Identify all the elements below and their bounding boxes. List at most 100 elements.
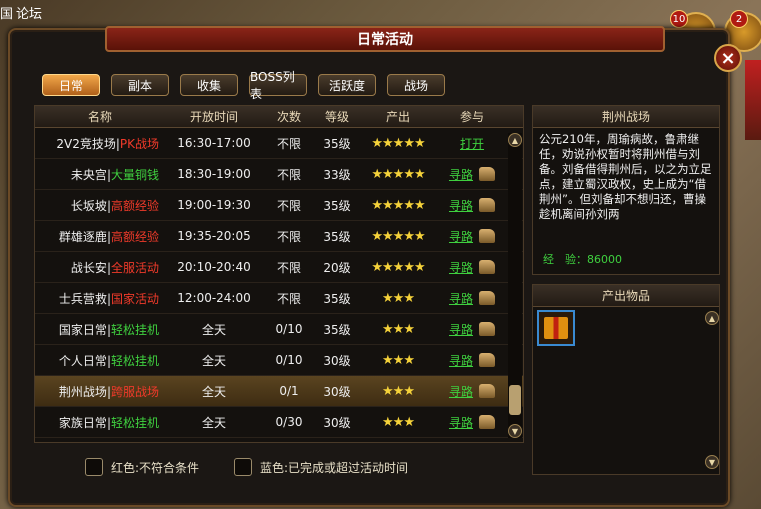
top-bar: 国 论坛	[0, 0, 761, 22]
product-scroll-down-button[interactable]: ▼	[705, 455, 719, 469]
forum-link[interactable]: 论坛	[16, 3, 42, 22]
activity-level: 35级	[323, 322, 351, 337]
activity-join: 寻路	[437, 321, 507, 338]
boot-icon[interactable]	[479, 229, 495, 243]
boot-icon[interactable]	[479, 198, 495, 212]
activity-times: 0/1	[279, 384, 299, 398]
table-row[interactable]: 未央宫|大量铜钱 18:30-19:00 不限 33级 ★★★★★ 寻路	[35, 159, 523, 190]
table-row[interactable]: 群雄逐鹿|高额经验 19:35-20:05 不限 35级 ★★★★★ 寻路	[35, 221, 523, 252]
activity-time: 16:30-17:00	[177, 136, 251, 150]
pathfind-link[interactable]: 寻路	[449, 321, 473, 338]
activity-join: 寻路	[437, 290, 507, 307]
activity-join: 寻路	[437, 414, 507, 431]
activity-join: 寻路	[437, 228, 507, 245]
activity-time: 20:10-20:40	[177, 260, 251, 274]
table-row[interactable]: 家族日常|轻松挂机 全天 0/30 30级 ★★★ 寻路	[35, 407, 523, 438]
notification-badge: 10	[670, 10, 688, 28]
legend-red-checkbox[interactable]	[85, 458, 103, 476]
notification-badge: 2	[730, 10, 748, 28]
col-level: 等级	[324, 110, 349, 124]
close-button[interactable]: ×	[714, 44, 742, 72]
activity-level: 35级	[323, 136, 351, 151]
col-time: 开放时间	[189, 110, 238, 124]
activity-table: 名称 开放时间 次数 等级 产出 参与 2V2竞技场|PK战场 16:30-17:…	[34, 105, 524, 443]
activity-time: 19:00-19:30	[177, 198, 251, 212]
activity-join: 寻路	[437, 383, 507, 400]
table-row[interactable]: 战长安|全服活动 20:10-20:40 不限 20级 ★★★★★ 寻路	[35, 252, 523, 283]
pathfind-link[interactable]: 寻路	[449, 228, 473, 245]
boot-icon[interactable]	[479, 384, 495, 398]
tab-daily[interactable]: 日常	[42, 74, 100, 96]
activity-stars: ★★★★★	[371, 259, 425, 275]
scroll-up-button[interactable]: ▲	[508, 133, 522, 147]
legend-blue-label: 蓝色:已完成或超过活动时间	[260, 460, 409, 475]
col-times: 次数	[276, 110, 301, 124]
activity-time: 19:35-20:05	[177, 229, 251, 243]
open-link[interactable]: 打开	[460, 135, 484, 152]
activity-level: 33级	[323, 167, 351, 182]
activity-times: 不限	[276, 229, 301, 244]
activity-time: 12:00-24:00	[177, 291, 251, 305]
activity-stars: ★★★★★	[371, 197, 425, 213]
boot-icon[interactable]	[479, 291, 495, 305]
activity-join: 寻路	[437, 166, 507, 183]
activity-level: 35级	[323, 229, 351, 244]
table-body: 2V2竞技场|PK战场 16:30-17:00 不限 35级 ★★★★★ 打开 未央宫|大量…	[35, 128, 523, 438]
product-scroll-up-button[interactable]: ▲	[705, 311, 719, 325]
boot-icon[interactable]	[479, 322, 495, 336]
legend-blue-checkbox[interactable]	[234, 458, 252, 476]
activity-name: 个人日常|轻松挂机	[58, 353, 159, 368]
col-name: 名称	[87, 110, 112, 124]
activity-name: 国家日常|轻松挂机	[58, 322, 159, 337]
pathfind-link[interactable]: 寻路	[449, 290, 473, 307]
activity-times: 0/10	[275, 322, 303, 336]
col-join: 参与	[459, 110, 484, 124]
gift-box-icon[interactable]	[537, 310, 575, 346]
pathfind-link[interactable]: 寻路	[449, 414, 473, 431]
activity-time: 全天	[201, 384, 226, 399]
boot-icon[interactable]	[479, 353, 495, 367]
tab-battlefield[interactable]: 战场	[387, 74, 445, 96]
activity-level: 20级	[323, 260, 351, 275]
tab-collect[interactable]: 收集	[180, 74, 238, 96]
activity-times: 不限	[276, 198, 301, 213]
side-decoration	[745, 60, 761, 140]
pathfind-link[interactable]: 寻路	[449, 197, 473, 214]
activity-name: 士兵营救|国家活动	[58, 291, 159, 306]
table-row[interactable]: 国家日常|轻松挂机 全天 0/10 35级 ★★★ 寻路	[35, 314, 523, 345]
activity-stars: ★★★	[382, 321, 415, 337]
activity-times: 不限	[276, 291, 301, 306]
table-row[interactable]: 士兵营救|国家活动 12:00-24:00 不限 35级 ★★★ 寻路	[35, 283, 523, 314]
activity-join: 寻路	[437, 352, 507, 369]
pathfind-link[interactable]: 寻路	[449, 166, 473, 183]
activity-stars: ★★★	[382, 383, 415, 399]
scroll-down-button[interactable]: ▼	[508, 424, 522, 438]
table-row[interactable]: 2V2竞技场|PK战场 16:30-17:00 不限 35级 ★★★★★ 打开	[35, 128, 523, 159]
activity-join: 寻路	[437, 197, 507, 214]
pathfind-link[interactable]: 寻路	[449, 383, 473, 400]
boot-icon[interactable]	[479, 415, 495, 429]
pathfind-link[interactable]: 寻路	[449, 259, 473, 276]
tab-activity[interactable]: 活跃度	[318, 74, 376, 96]
table-row[interactable]: 长坂坡|高额经验 19:00-19:30 不限 35级 ★★★★★ 寻路	[35, 190, 523, 221]
boot-icon[interactable]	[479, 260, 495, 274]
tab-dungeon[interactable]: 副本	[111, 74, 169, 96]
activity-times: 不限	[276, 167, 301, 182]
activity-stars: ★★★★★	[371, 166, 425, 182]
activity-name: 群雄逐鹿|高额经验	[58, 229, 159, 244]
activity-times: 0/30	[275, 415, 303, 429]
table-header: 名称 开放时间 次数 等级 产出 参与	[35, 106, 523, 128]
table-row[interactable]: 个人日常|轻松挂机 全天 0/10 30级 ★★★ 寻路	[35, 345, 523, 376]
activity-name: 2V2竞技场|PK战场	[56, 136, 159, 151]
panel-title: 日常活动	[105, 26, 665, 52]
boot-icon[interactable]	[479, 167, 495, 181]
tab-boss-list[interactable]: BOSS列表	[249, 70, 307, 101]
table-row[interactable]: 荆州战场|跨服战场 全天 0/1 30级 ★★★ 寻路	[35, 376, 523, 407]
activity-time: 全天	[201, 353, 226, 368]
legend-red-label: 红色:不符合条件	[111, 460, 200, 475]
legend-red: 红色:不符合条件	[85, 458, 199, 476]
activity-join: 打开	[437, 135, 507, 152]
scrollbar-thumb[interactable]	[509, 385, 521, 415]
activity-level: 30级	[323, 353, 351, 368]
pathfind-link[interactable]: 寻路	[449, 352, 473, 369]
